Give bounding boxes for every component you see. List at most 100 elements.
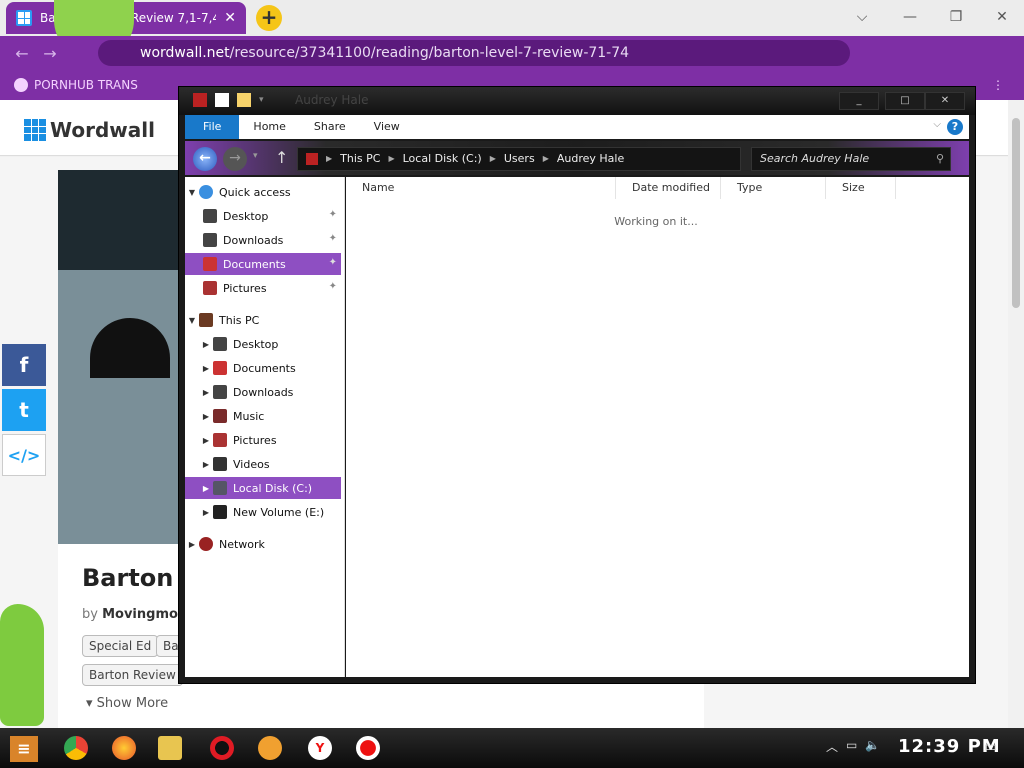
- nav-quick-downloads[interactable]: Downloads ✦: [185, 229, 341, 251]
- twitter-share-button[interactable]: t: [2, 389, 46, 431]
- brave-icon[interactable]: [258, 736, 282, 760]
- expand-icon[interactable]: ▶: [199, 412, 213, 421]
- column-header-size[interactable]: Size: [826, 177, 896, 199]
- yandex-icon[interactable]: Y: [308, 736, 332, 760]
- nav-quick-documents[interactable]: Documents ✦: [185, 253, 341, 275]
- nav-pc-pictures[interactable]: ▶ Pictures: [185, 429, 341, 451]
- new-tab-button[interactable]: +: [256, 5, 282, 31]
- breadcrumb-item[interactable]: Users: [504, 148, 535, 170]
- nav-pc-downloads[interactable]: ▶ Downloads: [185, 381, 341, 403]
- explorer-minimize-button[interactable]: _: [839, 92, 879, 110]
- recent-locations-icon[interactable]: ▾: [253, 151, 258, 161]
- bookmarks-overflow-icon[interactable]: ⋮: [992, 78, 1004, 92]
- show-hidden-icons-icon[interactable]: ︿: [826, 738, 838, 755]
- breadcrumb[interactable]: ▶ This PC ▶ Local Disk (C:) ▶ Users ▶ Au…: [297, 147, 741, 171]
- bookmark-label: PORNHUB TRANS: [34, 78, 138, 92]
- column-header-type[interactable]: Type: [721, 177, 826, 199]
- explorer-titlebar[interactable]: ▾ Audrey Hale _ □ ✕: [179, 87, 975, 115]
- embed-button[interactable]: </>: [2, 434, 46, 476]
- computer-icon: [199, 313, 213, 327]
- search-input[interactable]: Search Audrey Hale ⚲: [751, 147, 951, 171]
- folder-app-icon: [193, 93, 207, 107]
- notifications-icon[interactable]: ▭: [984, 739, 997, 755]
- help-icon[interactable]: ?: [947, 119, 963, 135]
- breadcrumb-item[interactable]: This PC: [340, 148, 380, 170]
- expand-icon[interactable]: ▶: [199, 340, 213, 349]
- back-button-icon[interactable]: ←: [193, 147, 217, 171]
- nav-pc-local-disk[interactable]: ▶ Local Disk (C:): [185, 477, 341, 499]
- forward-arrow-icon[interactable]: →: [36, 44, 64, 63]
- start-button-icon[interactable]: ≡: [10, 736, 38, 762]
- network-status-icon[interactable]: ▭: [846, 738, 857, 755]
- wordwall-logo[interactable]: Wordwall: [24, 118, 155, 142]
- location-icon: [306, 153, 318, 165]
- author-link[interactable]: Movingmou: [102, 607, 187, 622]
- expand-icon[interactable]: ▶: [199, 484, 213, 493]
- nav-quick-desktop[interactable]: Desktop ✦: [185, 205, 341, 227]
- new-folder-icon[interactable]: [237, 93, 251, 107]
- scrollbar-thumb[interactable]: [1012, 118, 1020, 308]
- expand-icon[interactable]: ▶: [199, 460, 213, 469]
- expand-icon[interactable]: ▶: [199, 364, 213, 373]
- chrome-icon[interactable]: [64, 736, 88, 760]
- properties-icon[interactable]: [215, 93, 229, 107]
- nav-pc-videos[interactable]: ▶ Videos: [185, 453, 341, 475]
- address-bar[interactable]: wordwall.net/resource/37341100/reading/b…: [98, 40, 850, 66]
- pictures-folder-icon: [203, 281, 217, 295]
- tab-search-icon[interactable]: ⌵: [842, 4, 882, 30]
- tab-file[interactable]: File: [185, 115, 240, 139]
- forward-button-icon[interactable]: →: [223, 147, 247, 171]
- file-explorer-window: ▾ Audrey Hale _ □ ✕ File Home Share View…: [178, 86, 976, 763]
- nav-pc-documents[interactable]: ▶ Documents: [185, 357, 341, 379]
- peridot-sticker-body: [0, 604, 44, 726]
- expand-icon[interactable]: ▶: [199, 388, 213, 397]
- firefox-icon[interactable]: [112, 736, 136, 760]
- nav-pc-desktop[interactable]: ▶ Desktop: [185, 333, 341, 355]
- tab-share[interactable]: Share: [300, 115, 360, 139]
- show-more-link[interactable]: ▾ Show More: [86, 696, 168, 711]
- expand-icon[interactable]: ▶: [199, 436, 213, 445]
- breadcrumb-item[interactable]: Audrey Hale: [557, 148, 624, 170]
- browser-toolbar: ← → wordwall.net/resource/37341100/readi…: [0, 36, 1024, 97]
- nav-pc-music[interactable]: ▶ Music: [185, 405, 341, 427]
- nav-quick-pictures[interactable]: Pictures ✦: [185, 277, 341, 299]
- bookmark-item[interactable]: PORNHUB TRANS: [14, 78, 138, 92]
- column-header-date-modified[interactable]: Date modified: [616, 177, 721, 199]
- minimize-button[interactable]: —: [890, 4, 930, 30]
- nav-label: Documents: [223, 257, 286, 271]
- expand-ribbon-icon[interactable]: ⌵: [933, 119, 941, 130]
- nav-pc-new-volume[interactable]: ▶ New Volume (E:): [185, 501, 341, 523]
- volume-icon[interactable]: 🔈: [865, 738, 880, 755]
- expand-icon[interactable]: ▶: [199, 508, 213, 517]
- tag[interactable]: Special Ed: [82, 635, 159, 657]
- nav-this-pc[interactable]: ▼ This PC: [185, 309, 341, 331]
- restore-button[interactable]: ❐: [936, 4, 976, 30]
- collapse-icon[interactable]: ▼: [185, 316, 199, 325]
- nav-network[interactable]: ▶ Network: [185, 533, 341, 555]
- tab-view[interactable]: View: [360, 115, 414, 139]
- qat-dropdown-icon[interactable]: ▾: [259, 95, 264, 105]
- column-header-name[interactable]: Name: [346, 177, 616, 199]
- breadcrumb-item[interactable]: Local Disk (C:): [403, 148, 482, 170]
- nav-label: Network: [219, 537, 265, 551]
- opera-icon[interactable]: [210, 736, 234, 760]
- close-browser-button[interactable]: ✕: [982, 4, 1022, 30]
- explorer-maximize-button[interactable]: □: [885, 92, 925, 110]
- collapse-icon[interactable]: ▼: [185, 188, 199, 197]
- expand-icon[interactable]: ▶: [185, 540, 199, 549]
- desktop-folder-icon: [203, 209, 217, 223]
- facebook-share-button[interactable]: f: [2, 344, 46, 386]
- recorder-icon[interactable]: [356, 736, 380, 760]
- tag[interactable]: Barton Review: [82, 664, 183, 686]
- up-arrow-icon[interactable]: ↑: [275, 148, 288, 167]
- search-icon[interactable]: ⚲: [936, 148, 944, 170]
- back-arrow-icon[interactable]: ←: [8, 44, 36, 63]
- nav-quick-access[interactable]: ▼ Quick access: [185, 181, 341, 203]
- tab-close-icon[interactable]: ✕: [224, 10, 236, 26]
- explorer-close-button[interactable]: ✕: [925, 92, 965, 110]
- tab-home[interactable]: Home: [239, 115, 299, 139]
- explorer-title: Audrey Hale: [295, 93, 369, 107]
- file-list-pane[interactable]: Name Date modified Type Size Working on …: [346, 177, 969, 763]
- file-explorer-icon[interactable]: [158, 736, 182, 760]
- nav-label: Desktop: [223, 209, 269, 223]
